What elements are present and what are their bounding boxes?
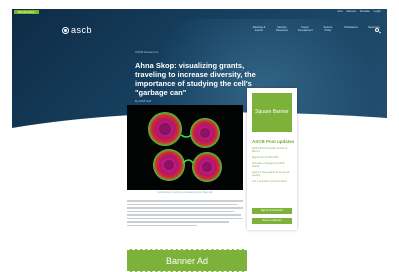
text-line	[127, 203, 239, 205]
updates-title: ASCB Post updates	[252, 139, 295, 144]
become-member-button[interactable]: Become a Member	[252, 218, 292, 224]
banner-ad[interactable]: Banner Ad	[127, 249, 247, 272]
text-line	[127, 224, 197, 226]
update-link[interactable]: Apply for travel awards to the annual me…	[252, 172, 292, 178]
text-line	[127, 214, 241, 216]
image-caption: Cell division in embryos visualized in t…	[157, 191, 213, 194]
square-banner-ad[interactable]: Square Banner	[252, 93, 292, 132]
text-line	[127, 207, 243, 209]
text-line	[127, 210, 234, 212]
cell-microscopy-illustration	[127, 105, 243, 190]
article-image	[127, 105, 243, 190]
update-link[interactable]: Join a committee and get involved	[252, 181, 292, 184]
sidebar: Square Banner ASCB Post updates 2025 Cal…	[247, 88, 297, 230]
text-line	[127, 217, 243, 219]
update-link[interactable]: Nominate a colleague for ASCB awards	[252, 163, 292, 169]
article-body-placeholder	[127, 200, 243, 228]
updates-list: 2025 Call for Proposals: Submit by March…	[252, 148, 292, 187]
text-line	[127, 200, 243, 202]
text-line	[127, 221, 230, 223]
newsletter-button[interactable]: Sign up for Newsletter	[252, 208, 292, 214]
update-link[interactable]: Register for Cell Bio 2025	[252, 157, 292, 160]
update-link[interactable]: 2025 Call for Proposals: Submit by March…	[252, 148, 292, 154]
